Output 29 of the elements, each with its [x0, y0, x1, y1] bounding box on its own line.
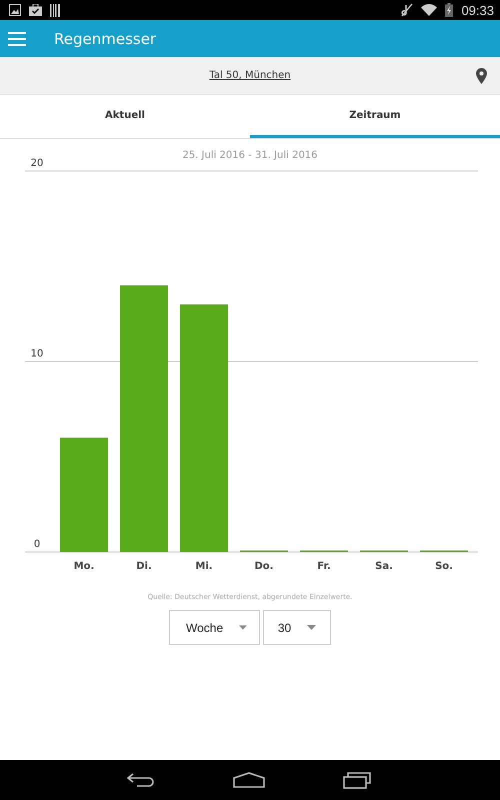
- x-axis-label: Mo.: [74, 561, 94, 572]
- mute-icon: [401, 3, 414, 17]
- dropdown[interactable]: 30: [263, 610, 331, 645]
- recent-apps-icon[interactable]: [343, 771, 373, 789]
- back-icon[interactable]: [127, 772, 155, 788]
- y-axis-label: 0: [34, 539, 40, 550]
- x-axis-label: Mi.: [195, 561, 213, 572]
- x-axis-label: Sa.: [375, 561, 393, 572]
- barcode-icon: [50, 4, 60, 16]
- briefcase-icon: [29, 4, 42, 16]
- caret-icon: [239, 625, 247, 630]
- x-axis-label: So.: [435, 561, 453, 572]
- y-axis-label: 10: [30, 348, 44, 360]
- wifi-icon: [421, 4, 438, 16]
- x-axis-label: Di.: [136, 561, 152, 572]
- caret-icon: [307, 625, 316, 630]
- x-axis-label: Fr.: [317, 561, 331, 572]
- battery-icon: [445, 3, 454, 17]
- x-axis-label: Do.: [254, 561, 274, 572]
- menu-icon[interactable]: [8, 32, 26, 46]
- home-icon[interactable]: [233, 772, 265, 788]
- app-title: Regenmesser: [54, 30, 156, 48]
- address-link[interactable]: Tal 50, München: [209, 70, 291, 81]
- clock-time: 09:33: [461, 2, 494, 18]
- y-axis-label: 20: [30, 158, 44, 169]
- dropdown[interactable]: Woche: [169, 610, 260, 645]
- location-pin-icon[interactable]: [476, 68, 487, 84]
- image-icon: [9, 4, 21, 16]
- date-range: 25. Juli 2016 - 31. Juli 2016: [181, 150, 319, 161]
